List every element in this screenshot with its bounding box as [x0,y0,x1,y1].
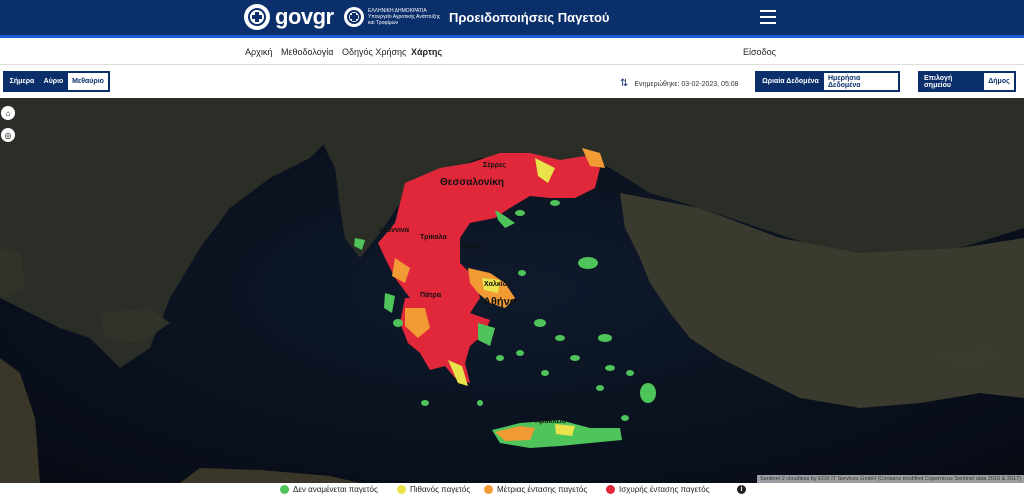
main-nav: Αρχική Μεθοδολογία Οδηγός Χρήσης Χάρτης … [0,38,1024,65]
city-label: Σέρρες [483,162,506,169]
legend-swatch [484,485,493,494]
hourly-data-button[interactable]: Ωριαία Δεδομένα [757,73,824,90]
legend-swatch [397,485,406,494]
data-type-selector: Ωριαία Δεδομένα Ημερήσια Δεδομένα [755,71,900,92]
legend-item: Μέτριας έντασης παγετός [484,485,587,494]
day-tomorrow-button[interactable]: Αύριο [39,73,68,90]
frost-legend: Δεν αναμένεται παγετός Πιθανός παγετός Μ… [0,483,1024,497]
day-today-button[interactable]: Σήμερα [5,73,39,90]
nav-user-guide[interactable]: Οδηγός Χρήσης [342,47,406,57]
region-crete-possible [555,424,575,436]
point-select-label: Επιλογή σημείου [920,73,984,90]
ministry-seal-icon [344,7,364,27]
nav-login[interactable]: Είσοδος [743,47,776,57]
nav-map[interactable]: Χάρτης [411,47,442,57]
info-icon[interactable]: i [737,485,746,494]
city-label: Πάτρα [420,292,442,299]
top-header: govgr ΕΛΛΗΝΙΚΗ ΔΗΜΟΚΡΑΤΙΑ Υπουργείο Αγρο… [0,0,1024,35]
city-label: Βόλος [462,244,484,251]
nav-home[interactable]: Αρχική [245,47,272,57]
daily-data-button[interactable]: Ημερήσια Δεδομένα [824,73,898,90]
locate-icon[interactable]: ◎ [1,128,15,142]
last-updated: ⇅ Ενημερώθηκε: 03-02-2023, 05:08 [620,78,739,89]
city-label: Χαλκίδα [484,281,512,288]
greek-seal-icon [244,4,270,30]
legend-label: Μέτριας έντασης παγετός [497,485,588,494]
map-canvas[interactable] [0,98,1024,483]
frost-map[interactable]: Σέρρες Θεσσαλονίκη Ιωάννινα Τρίκαλα Βόλο… [0,98,1024,483]
ministry-text: ΕΛΛΗΝΙΚΗ ΔΗΜΟΚΡΑΤΙΑ Υπουργείο Αγροτικής … [368,8,441,26]
refresh-icon[interactable]: ⇅ [620,78,628,89]
city-label: Ηράκλειο [535,418,567,425]
city-label: Ιωάννινα [379,227,410,234]
legend-item: Δεν αναμένεται παγετός [280,485,378,494]
legend-item: Ισχυρής έντασης παγετός [606,485,710,494]
legend-label: Πιθανός παγετός [410,485,471,494]
municipality-option[interactable]: Δήμος [984,73,1014,90]
city-label: Αθήνα [483,296,517,308]
govgr-brand: govgr [275,4,334,29]
menu-icon[interactable] [760,10,776,24]
day-after-tomorrow-button[interactable]: Μεθαύριο [68,73,108,90]
legend-swatch [606,485,615,494]
legend-label: Δεν αναμένεται παγετός [293,485,378,494]
app-title[interactable]: Προειδοποιήσεις Παγετού [449,10,609,25]
home-icon[interactable]: ⌂ [1,106,15,120]
city-label: Θεσσαλονίκη [440,177,504,188]
legend-label: Ισχυρής έντασης παγετός [619,485,710,494]
ministry-logo: ΕΛΛΗΝΙΚΗ ΔΗΜΟΚΡΑΤΙΑ Υπουργείο Αγροτικής … [344,7,446,27]
map-attribution: Sentinel-2 cloudless by EOX IT Services … [757,475,1024,483]
govgr-logo[interactable]: govgr [244,4,334,30]
nav-methodology[interactable]: Μεθοδολογία [281,47,333,57]
city-label: Τρίκαλα [420,234,447,241]
point-selector: Επιλογή σημείου Δήμος [918,71,1016,92]
day-selector: Σήμερα Αύριο Μεθαύριο [3,71,110,92]
legend-item: Πιθανός παγετός [397,485,470,494]
legend-swatch [280,485,289,494]
last-updated-text: Ενημερώθηκε: 03-02-2023, 05:08 [634,81,739,88]
